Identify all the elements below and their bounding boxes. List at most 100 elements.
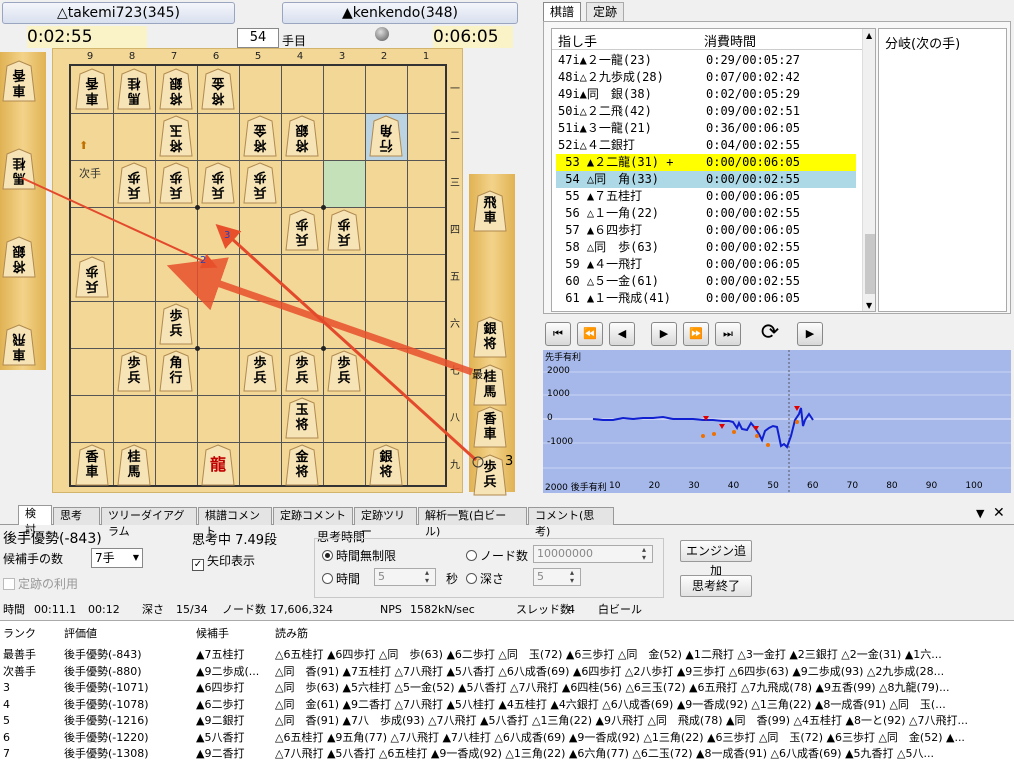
branch-list[interactable]: 分岐(次の手) [878, 28, 1007, 312]
graph-x-tick: 30 [688, 481, 700, 491]
kifu-row[interactable]: 53 ▲２二龍(31) + 0:00/00:06:05 [556, 154, 856, 171]
tab-kifu[interactable]: 棋譜 [543, 2, 582, 22]
pv-header-pv: 読み筋 [275, 627, 308, 640]
pv-pv: △同 香(91) ▲7五桂打 △7八飛打 ▲5八香打 △6八成香(69) ▲6四… [275, 664, 945, 678]
pv-pv: △同 金(61) ▲9二香打 △7八飛打 ▲5八桂打 ▲4五桂打 ▲4六銀打 △… [275, 697, 946, 711]
graph-x-tick: 20 [648, 481, 661, 491]
add-engine-button[interactable]: エンジン追加 [680, 540, 752, 578]
kifu-row[interactable]: 47i▲２一龍(23) 0:29/00:05:27 [556, 52, 856, 69]
flip-board-icon[interactable]: ⟳ [757, 322, 783, 346]
pv-eval: 後手優勢(-1220) [64, 730, 149, 744]
forward-one-button[interactable]: ▶ [651, 322, 677, 346]
time-radio[interactable]: 時間 [322, 570, 360, 587]
kifu-move: 49i▲同 銀(38) [558, 87, 652, 101]
branch-header: 分岐(次の手) [885, 37, 961, 52]
bottom-tab[interactable]: 検討 [18, 505, 52, 536]
dropdown-arrow-icon[interactable]: ▼ [976, 507, 984, 520]
kifu-row[interactable]: 60 △５一金(61) 0:00/00:02:55 [556, 273, 856, 290]
pv-move: ▲6二歩打 [196, 697, 245, 711]
status-time-label: 時間 [3, 603, 25, 616]
kifu-row[interactable]: 54 △同 角(33) 0:00/00:02:55 [556, 171, 856, 188]
time-label: 時間 [336, 572, 361, 586]
pv-row[interactable]: 7 後手優勢(-1308) ▲9二香打 △7八飛打 ▲5八香打 △6五桂打 ▲9一香成… [0, 745, 1014, 762]
pv-row[interactable]: 5 後手優勢(-1216) ▲9二銀打 △同 香(91) ▲7八 歩成(93) △7八… [0, 712, 1014, 729]
pv-pv: △同 香(91) ▲7八 歩成(93) △7八飛打 ▲5八香打 △1三角(22)… [275, 714, 968, 727]
kifu-time: 0:00/00:02:55 [706, 240, 800, 254]
stop-thinking-button[interactable]: 思考終了 [680, 575, 752, 597]
graph-y-tick: 2000 [547, 366, 570, 376]
status-thread-label: スレッド数 [516, 603, 571, 616]
evaluation-graph[interactable]: 先手有利 2000 後手有利 2000 1000 0 -1000 10 20 30 40 50… [543, 350, 1011, 493]
nodes-input[interactable]: 10000000 [533, 545, 653, 563]
joseki-checkbox[interactable]: 定跡の利用 [3, 575, 78, 592]
arrow-display-checkbox[interactable]: ✓ 矢印表示 [192, 552, 255, 571]
unlimited-radio[interactable]: 時間無制限 [322, 547, 396, 564]
pv-move: ▲5八香打 [196, 730, 245, 744]
bottom-tab[interactable]: コメント(思考) [528, 507, 614, 538]
status-nodes-value: 17,606,324 [270, 603, 333, 616]
kifu-row[interactable]: 59 ▲４一飛打 0:00/00:06:05 [556, 256, 856, 273]
pv-row[interactable]: 4 後手優勢(-1078) ▲6二歩打 △同 金(61) ▲9二香打 △7八飛打 ▲5… [0, 696, 1014, 713]
kifu-time: 0:29/00:05:27 [706, 53, 800, 67]
bottom-tab[interactable]: 定跡ツリー [354, 507, 417, 538]
pv-row[interactable]: 6 後手優勢(-1220) ▲5八香打 △6五桂打 ▲9五角(77) △7八飛打 ▲7… [0, 729, 1014, 746]
pv-header-move: 候補手 [196, 627, 229, 640]
kifu-move: 52i△４二銀打 [558, 138, 635, 152]
kifu-move: 58 △同 歩(63) [558, 240, 660, 254]
kifu-list[interactable]: 指し手 消費時間 47i▲２一龍(23) 0:29/00:05:27 48i△２九歩… [551, 28, 876, 312]
last-move-button[interactable]: ⏭ [715, 322, 741, 346]
pv-row[interactable]: 最善手 後手優勢(-843) ▲7五桂打 △6五桂打 ▲6四歩打 △同 歩(63) ▲… [0, 646, 1014, 663]
pv-header-eval: 評価値 [64, 627, 97, 640]
kifu-row[interactable]: 50i△２二飛(42) 0:09/00:02:51 [556, 103, 856, 120]
forward-ten-button[interactable]: ⏩ [683, 322, 709, 346]
back-one-button[interactable]: ◀ [609, 322, 635, 346]
bottom-tab[interactable]: 棋譜コメント [198, 507, 272, 538]
candidates-select[interactable]: 7手 ▼ [91, 548, 143, 568]
pv-row[interactable]: 次善手 後手優勢(-880) ▲9二歩成(... △同 香(91) ▲7五桂打 △7八… [0, 663, 1014, 680]
kifu-row[interactable]: 58 △同 歩(63) 0:00/00:02:55 [556, 239, 856, 256]
kifu-time: 0:36/00:06:05 [706, 121, 800, 135]
depth-input[interactable]: 5 [533, 568, 581, 586]
kifu-row[interactable]: 49i▲同 銀(38) 0:02/00:05:29 [556, 86, 856, 103]
kifu-row[interactable]: 56 △１一角(22) 0:00/00:02:55 [556, 205, 856, 222]
pv-eval: 後手優勢(-1216) [64, 714, 149, 727]
evaluation-summary: 後手優勢(-843) [3, 531, 102, 547]
bottom-tab[interactable]: 解析一覧(白ビール) [418, 507, 527, 538]
kifu-move: 54 △同 角(33) [558, 172, 660, 186]
tab-joseki[interactable]: 定跡 [586, 2, 625, 22]
kifu-header-move: 指し手 [558, 35, 598, 50]
kifu-time: 0:00/00:06:05 [706, 257, 800, 271]
bottom-tab[interactable]: ツリーダイアグラム [101, 507, 197, 538]
seconds-label: 秒 [446, 572, 459, 586]
candidates-value: 7手 [95, 551, 115, 565]
pv-eval: 後手優勢(-1071) [64, 681, 149, 694]
back-ten-button[interactable]: ⏪ [577, 322, 603, 346]
kifu-row[interactable]: 48i△２九歩成(28) 0:07/00:02:42 [556, 69, 856, 86]
status-depth-value: 15/34 [176, 603, 208, 616]
kifu-row[interactable]: 57 ▲６四歩打 0:00/00:06:05 [556, 222, 856, 239]
bottom-tab[interactable]: 思考 [53, 507, 100, 525]
kifu-time: 0:09/00:02:51 [706, 104, 800, 118]
kifu-scrollbar[interactable]: ▲ ▼ [862, 29, 875, 311]
pv-pv: △6五桂打 ▲9五角(77) △7八飛打 ▲7八桂打 △6八成香(69) ▲9一… [275, 730, 965, 744]
pv-rank: 4 [3, 697, 10, 711]
checkbox-icon [3, 578, 15, 590]
depth-radio[interactable]: 深さ [466, 570, 504, 587]
pv-rank: 次善手 [3, 664, 36, 678]
nodes-radio[interactable]: ノード数 [466, 547, 528, 564]
kifu-row[interactable]: 55 ▲７五桂打 0:00/00:06:05 [556, 188, 856, 205]
kifu-row[interactable]: 61 ▲１一飛成(41) 0:00/00:06:05 [556, 290, 856, 307]
kifu-row[interactable]: 51i▲３一龍(21) 0:36/00:06:05 [556, 120, 856, 137]
pv-table[interactable]: ランク 評価値 候補手 読み筋 最善手 後手優勢(-843) ▲7五桂打 △6五桂打 … [0, 620, 1014, 773]
bottom-tab[interactable]: 定跡コメント [273, 507, 353, 525]
kifu-row[interactable]: 52i△４二銀打 0:04/00:02:55 [556, 137, 856, 154]
time-input[interactable]: 5 [374, 568, 436, 586]
kifu-time: 0:07/00:02:42 [706, 70, 800, 84]
first-move-button[interactable]: ⏮ [545, 322, 571, 346]
kifu-time: 0:00/00:06:05 [706, 223, 800, 237]
unlimited-label: 時間無制限 [336, 549, 397, 563]
close-panel-icon[interactable]: ✕ [993, 505, 1005, 521]
arrow-origin-marker [472, 456, 484, 468]
play-button[interactable]: ▶ [797, 322, 823, 346]
pv-row[interactable]: 3 後手優勢(-1071) ▲6四歩打 △同 歩(63) ▲5六桂打 △5一金(52)… [0, 679, 1014, 696]
